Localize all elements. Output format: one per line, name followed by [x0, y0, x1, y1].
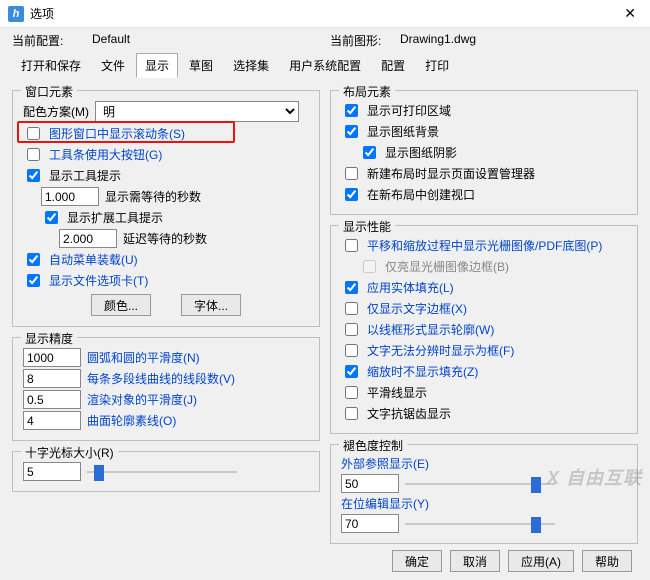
solid-fill-label: 应用实体填充(L) [367, 279, 454, 296]
smooth-line-checkbox[interactable] [345, 386, 358, 399]
info-row: 当前配置: Default 当前图形: Drawing1.dwg [0, 28, 650, 51]
current-drawing-value: Drawing1.dwg [400, 32, 638, 49]
scrollbar-label: 图形窗口中显示滚动条(S) [49, 125, 185, 142]
tooltips-checkbox[interactable] [27, 169, 40, 182]
current-config-value: Default [92, 32, 330, 49]
current-config-label: 当前配置: [12, 32, 92, 49]
text-as-frame-label: 文字无法分辨时显示为框(F) [367, 342, 514, 359]
show-paper-shadow-label: 显示图纸阴影 [385, 144, 457, 161]
file-tabs-checkbox[interactable] [27, 274, 40, 287]
new-layout-pagesetup-checkbox[interactable] [345, 167, 358, 180]
show-paper-bg-checkbox[interactable] [345, 125, 358, 138]
arc-smooth-label: 圆弧和圆的平滑度(N) [87, 349, 200, 366]
group-display-performance: 显示性能 平移和缩放过程中显示光栅图像/PDF底图(P) 仅亮显光栅图像边框(B… [330, 225, 638, 434]
surface-lines-label: 曲面轮廓素线(O) [87, 412, 176, 429]
right-column: 布局元素 显示可打印区域 显示图纸背景 显示图纸阴影 新建布局时显示页面设置管理… [330, 84, 638, 544]
create-viewport-label: 在新布局中创建视口 [367, 186, 475, 203]
show-paper-bg-label: 显示图纸背景 [367, 123, 439, 140]
ext-tooltip-delay-input[interactable] [59, 229, 117, 248]
tab-5[interactable]: 用户系统配置 [280, 53, 370, 78]
close-icon[interactable]: ✕ [618, 5, 642, 22]
create-viewport-checkbox[interactable] [345, 188, 358, 201]
fonts-button[interactable]: 字体... [181, 294, 241, 316]
xref-fade-label: 外部参照显示(E) [341, 455, 429, 472]
colors-button[interactable]: 颜色... [91, 294, 151, 316]
legend-cursor-size: 十字光标大小(R) [21, 444, 118, 461]
text-frame-only-checkbox[interactable] [345, 302, 358, 315]
text-as-frame-checkbox[interactable] [345, 344, 358, 357]
group-fade-control: 褪色度控制 外部参照显示(E) 在位编辑显示(Y) [330, 444, 638, 544]
autoload-menu-checkbox[interactable] [27, 253, 40, 266]
cancel-button[interactable]: 取消 [450, 550, 500, 572]
app-icon: h [8, 6, 24, 22]
legend-display-precision: 显示精度 [21, 330, 77, 347]
left-column: 窗口元素 配色方案(M) 明 图形窗口中显示滚动条(S) 工具条使用大按钮(G)… [12, 84, 320, 544]
polyline-segs-label: 每条多段线曲线的线段数(V) [87, 370, 235, 387]
group-layout-elements: 布局元素 显示可打印区域 显示图纸背景 显示图纸阴影 新建布局时显示页面设置管理… [330, 90, 638, 215]
antialias-text-label: 文字抗锯齿显示 [367, 405, 451, 422]
show-paper-shadow-checkbox[interactable] [363, 146, 376, 159]
legend-window-elements: 窗口元素 [21, 83, 77, 100]
wireframe-silhouette-label: 以线框形式显示轮廓(W) [367, 321, 494, 338]
arc-smooth-input[interactable] [23, 348, 81, 367]
show-printable-checkbox[interactable] [345, 104, 358, 117]
tab-6[interactable]: 配置 [372, 53, 414, 78]
new-layout-pagesetup-label: 新建布局时显示页面设置管理器 [367, 165, 535, 182]
no-fill-zoom-checkbox[interactable] [345, 365, 358, 378]
tab-bar: 打开和保存文件显示草图选择集用户系统配置配置打印 [0, 53, 650, 78]
antialias-text-checkbox[interactable] [345, 407, 358, 420]
show-printable-label: 显示可打印区域 [367, 102, 451, 119]
inplace-fade-label: 在位编辑显示(Y) [341, 495, 429, 512]
polyline-segs-input[interactable] [23, 369, 81, 388]
pan-zoom-raster-label: 平移和缩放过程中显示光栅图像/PDF底图(P) [367, 237, 602, 254]
xref-fade-slider[interactable] [405, 475, 555, 493]
tab-4[interactable]: 选择集 [224, 53, 278, 78]
wireframe-silhouette-checkbox[interactable] [345, 323, 358, 336]
tab-2[interactable]: 显示 [136, 53, 178, 78]
ext-tooltip-checkbox[interactable] [45, 211, 58, 224]
scrollbar-checkbox[interactable] [27, 127, 40, 140]
xref-fade-input[interactable] [341, 474, 399, 493]
tab-0[interactable]: 打开和保存 [12, 53, 90, 78]
render-smooth-input[interactable] [23, 390, 81, 409]
ok-button[interactable]: 确定 [392, 550, 442, 572]
legend-layout-elements: 布局元素 [339, 83, 395, 100]
solid-fill-checkbox[interactable] [345, 281, 358, 294]
tooltip-delay-label: 显示需等待的秒数 [105, 188, 201, 205]
tab-3[interactable]: 草图 [180, 53, 222, 78]
current-drawing-label: 当前图形: [330, 32, 400, 49]
group-cursor-size: 十字光标大小(R) [12, 451, 320, 492]
file-tabs-label: 显示文件选项卡(T) [49, 272, 148, 289]
color-scheme-label: 配色方案(M) [23, 103, 89, 120]
cursor-size-input[interactable] [23, 462, 81, 481]
big-buttons-label: 工具条使用大按钮(G) [49, 146, 162, 163]
render-smooth-label: 渲染对象的平滑度(J) [87, 391, 197, 408]
highlight-raster-border-checkbox [363, 260, 376, 273]
cursor-size-slider[interactable] [87, 463, 237, 481]
dialog-button-row: 确定 取消 应用(A) 帮助 [0, 544, 650, 580]
no-fill-zoom-label: 缩放时不显示填充(Z) [367, 363, 478, 380]
tab-1[interactable]: 文件 [92, 53, 134, 78]
ext-tooltip-label: 显示扩展工具提示 [67, 209, 163, 226]
legend-fade-control: 褪色度控制 [339, 437, 407, 454]
group-window-elements: 窗口元素 配色方案(M) 明 图形窗口中显示滚动条(S) 工具条使用大按钮(G)… [12, 90, 320, 327]
pan-zoom-raster-checkbox[interactable] [345, 239, 358, 252]
title-bar: h 选项 ✕ [0, 0, 650, 28]
color-scheme-select[interactable]: 明 [95, 101, 299, 122]
window-title: 选项 [30, 5, 618, 22]
tooltip-delay-input[interactable] [41, 187, 99, 206]
group-display-precision: 显示精度 圆弧和圆的平滑度(N) 每条多段线曲线的线段数(V) 渲染对象的平滑度… [12, 337, 320, 441]
apply-button[interactable]: 应用(A) [508, 550, 574, 572]
tooltips-label: 显示工具提示 [49, 167, 121, 184]
big-buttons-checkbox[interactable] [27, 148, 40, 161]
tab-7[interactable]: 打印 [416, 53, 458, 78]
legend-display-performance: 显示性能 [339, 218, 395, 235]
help-button[interactable]: 帮助 [582, 550, 632, 572]
ext-tooltip-delay-label: 延迟等待的秒数 [123, 230, 207, 247]
surface-lines-input[interactable] [23, 411, 81, 430]
autoload-menu-label: 自动菜单装载(U) [49, 251, 138, 268]
smooth-line-label: 平滑线显示 [367, 384, 427, 401]
highlight-raster-border-label: 仅亮显光栅图像边框(B) [385, 258, 509, 275]
text-frame-only-label: 仅显示文字边框(X) [367, 300, 467, 317]
